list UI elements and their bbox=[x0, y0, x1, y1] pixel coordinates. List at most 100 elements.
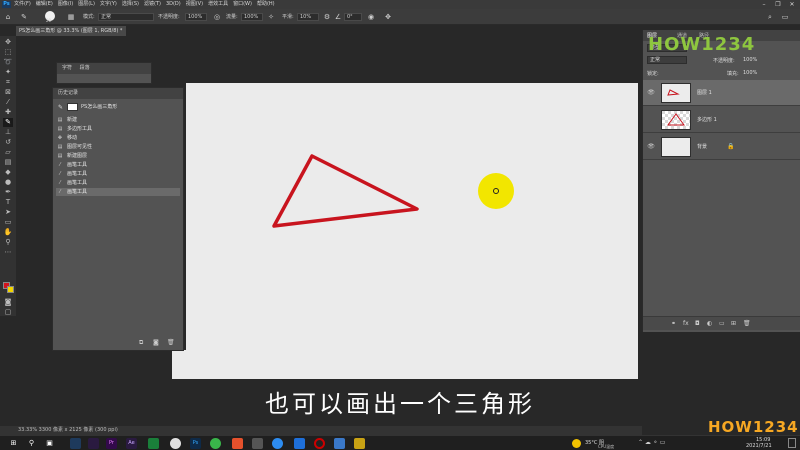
history-snapshot[interactable]: ✎ PS怎么画三角形 bbox=[54, 101, 182, 113]
pressure-opacity-icon[interactable]: ◎ bbox=[212, 12, 222, 22]
smoothing-options-gear-icon[interactable]: ⚙ bbox=[322, 12, 332, 22]
trash-icon[interactable]: 🗑 bbox=[167, 339, 175, 346]
camera-snapshot-icon[interactable]: ◙ bbox=[153, 339, 159, 346]
clock-date[interactable]: 2021/7/21 bbox=[746, 443, 772, 449]
fill-value[interactable]: 100% bbox=[743, 70, 757, 76]
search-icon[interactable]: ⌕ bbox=[765, 12, 775, 22]
wechat-icon[interactable] bbox=[210, 438, 221, 449]
task-view-icon[interactable]: ▣ bbox=[44, 438, 55, 449]
link-layers-icon[interactable]: ⚭ bbox=[671, 320, 676, 327]
layer-row[interactable]: 👁 背景 🔒 bbox=[643, 134, 800, 160]
new-layer-icon[interactable]: ⊞ bbox=[731, 320, 736, 327]
tab-paragraph[interactable]: 段落 bbox=[80, 65, 90, 71]
tray-icons[interactable]: ⌃ ☁ ⚬ ▭ bbox=[638, 439, 665, 446]
smoothing-input[interactable]: 10% bbox=[297, 13, 319, 21]
eye-icon[interactable]: 👁 bbox=[647, 89, 655, 97]
layer-row-active[interactable]: 👁 图层 1 bbox=[643, 80, 800, 106]
lock-icon[interactable]: 🔒 bbox=[727, 143, 734, 150]
history-item[interactable]: ✥ 移动 bbox=[56, 134, 228, 142]
add-mask-icon[interactable]: ◘ bbox=[695, 320, 700, 327]
type-tool-icon[interactable]: T bbox=[3, 198, 13, 207]
symmetry-icon[interactable]: ✥ bbox=[383, 12, 393, 22]
app-icon[interactable] bbox=[334, 438, 345, 449]
lasso-tool-icon[interactable]: ➰ bbox=[3, 58, 13, 67]
eyedropper-tool-icon[interactable]: ⁄ bbox=[3, 98, 13, 107]
app-icon[interactable] bbox=[272, 438, 283, 449]
adjustment-layer-icon[interactable]: ◐ bbox=[707, 320, 712, 327]
minimize-button[interactable]: – bbox=[758, 0, 770, 9]
pen-tool-icon[interactable]: ✒ bbox=[3, 188, 13, 197]
menu-window[interactable]: 窗口(W) bbox=[233, 0, 252, 9]
eraser-tool-icon[interactable]: ▱ bbox=[3, 148, 13, 157]
shape-tool-icon[interactable]: ▭ bbox=[3, 218, 13, 227]
menu-help[interactable]: 帮助(H) bbox=[257, 0, 275, 9]
hand-tool-icon[interactable]: ✋ bbox=[3, 228, 13, 237]
path-select-tool-icon[interactable]: ➤ bbox=[3, 208, 13, 217]
chrome-icon[interactable] bbox=[170, 438, 181, 449]
app-icon[interactable] bbox=[88, 438, 99, 449]
mode-select[interactable]: 正常 bbox=[98, 13, 154, 21]
app-icon[interactable] bbox=[70, 438, 81, 449]
history-item[interactable]: ▤ 图层可见性 bbox=[56, 143, 228, 151]
menu-type[interactable]: 文字(Y) bbox=[100, 0, 117, 9]
after-effects-icon[interactable]: Ae bbox=[126, 438, 137, 449]
menu-image[interactable]: 图像(I) bbox=[58, 0, 73, 9]
menu-layer[interactable]: 图层(L) bbox=[78, 0, 95, 9]
background-color-swatch[interactable] bbox=[7, 286, 14, 293]
menu-file[interactable]: 文件(F) bbox=[14, 0, 31, 9]
photoshop-icon[interactable]: Ps bbox=[190, 438, 201, 449]
gradient-tool-icon[interactable]: ▤ bbox=[3, 158, 13, 167]
magic-wand-tool-icon[interactable]: ✦ bbox=[3, 68, 13, 77]
brush-tool-icon[interactable]: ✎ bbox=[3, 118, 13, 127]
app-icon[interactable] bbox=[294, 438, 305, 449]
history-item[interactable]: ⁄ 画笔工具 bbox=[56, 179, 228, 187]
fx-icon[interactable]: fx bbox=[683, 320, 689, 327]
menu-plugins[interactable]: 增效工具 bbox=[208, 0, 228, 9]
close-button[interactable]: ✕ bbox=[786, 0, 798, 9]
crop-tool-icon[interactable]: ⌗ bbox=[3, 78, 13, 87]
eye-hidden-icon[interactable] bbox=[647, 116, 655, 124]
pressure-size-icon[interactable]: ◉ bbox=[366, 12, 376, 22]
canvas[interactable] bbox=[186, 83, 638, 379]
trash-icon[interactable]: 🗑 bbox=[743, 320, 751, 327]
layer-row[interactable]: 多边形 1 bbox=[643, 107, 800, 133]
app-icon[interactable] bbox=[354, 438, 365, 449]
eye-icon[interactable]: 👁 bbox=[647, 143, 655, 151]
home-icon[interactable]: ⌂ bbox=[3, 12, 13, 22]
stamp-tool-icon[interactable]: ⊥ bbox=[3, 128, 13, 137]
history-item[interactable]: ▤ 新建 bbox=[56, 116, 228, 124]
history-item[interactable]: ▤ 新建图层 bbox=[56, 152, 228, 160]
app-icon[interactable] bbox=[232, 438, 243, 449]
history-item[interactable]: ▤ 多边形工具 bbox=[56, 125, 228, 133]
angle-input[interactable]: 0° bbox=[344, 13, 362, 21]
opacity-input[interactable]: 100% bbox=[185, 13, 207, 21]
flow-input[interactable]: 100% bbox=[241, 13, 263, 21]
blur-tool-icon[interactable]: ◆ bbox=[3, 168, 13, 177]
workspace-icon[interactable]: ▭ bbox=[780, 12, 790, 22]
more-tools-icon[interactable]: ⋯ bbox=[3, 248, 13, 257]
brush-tool-icon[interactable]: ✎ bbox=[19, 12, 29, 22]
opacity-value[interactable]: 100% bbox=[743, 57, 757, 63]
history-item-active[interactable]: ⁄ 画笔工具 bbox=[56, 188, 180, 196]
notification-icon[interactable] bbox=[788, 438, 796, 448]
frame-tool-icon[interactable]: ⊠ bbox=[3, 88, 13, 97]
history-item[interactable]: ⁄ 画笔工具 bbox=[56, 161, 228, 169]
recorder-icon[interactable] bbox=[314, 438, 325, 449]
menu-select[interactable]: 选择(S) bbox=[122, 0, 139, 9]
history-item[interactable]: ⁄ 画笔工具 bbox=[56, 170, 228, 178]
marquee-tool-icon[interactable]: ⬚ bbox=[3, 48, 13, 57]
move-tool-icon[interactable]: ✥ bbox=[3, 38, 13, 47]
menu-view[interactable]: 视图(V) bbox=[186, 0, 203, 9]
history-brush-icon[interactable]: ↺ bbox=[3, 138, 13, 147]
menu-3d[interactable]: 3D(D) bbox=[166, 0, 181, 9]
healing-tool-icon[interactable]: ✚ bbox=[3, 108, 13, 117]
menu-edit[interactable]: 编辑(E) bbox=[36, 0, 53, 9]
maximize-button[interactable]: ❐ bbox=[772, 0, 784, 9]
blend-mode-select[interactable]: 正常 bbox=[647, 56, 687, 64]
airbrush-icon[interactable]: ✧ bbox=[266, 12, 276, 22]
new-group-icon[interactable]: ▭ bbox=[719, 320, 725, 327]
quick-mask-icon[interactable]: ◙ bbox=[3, 298, 13, 307]
start-icon[interactable]: ⊞ bbox=[8, 438, 19, 449]
menu-filter[interactable]: 滤镜(T) bbox=[144, 0, 161, 9]
premiere-icon[interactable]: Pr bbox=[106, 438, 117, 449]
